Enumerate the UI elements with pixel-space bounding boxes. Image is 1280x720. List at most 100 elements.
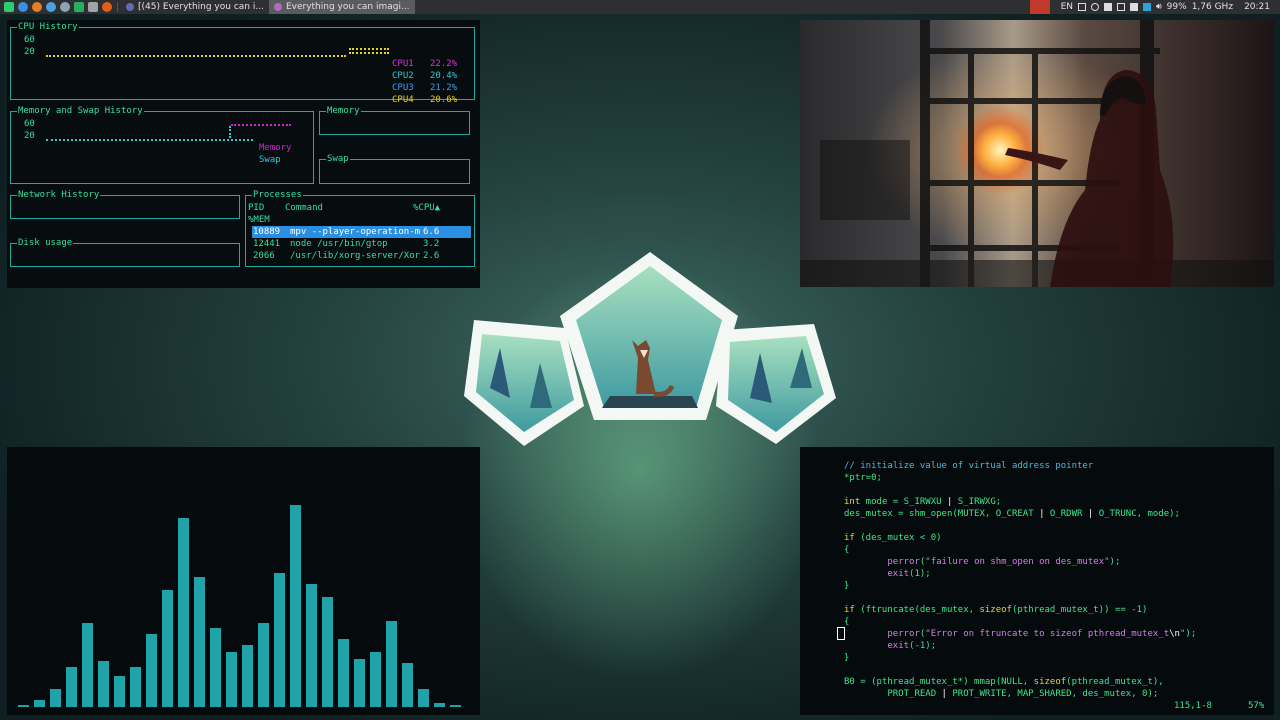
visualizer-bar xyxy=(210,628,221,707)
files-icon[interactable] xyxy=(74,2,84,12)
firefox-icon[interactable] xyxy=(102,2,112,12)
anime-girl-window-image xyxy=(800,20,1274,287)
swap-title: Swap xyxy=(326,154,350,164)
visualizer-bar xyxy=(194,577,205,707)
visualizer-bar xyxy=(66,667,77,707)
terminal-icon[interactable] xyxy=(88,2,98,12)
cpu-history-title: CPU History xyxy=(17,22,79,32)
taskbar-task-1[interactable]: [(45) Everything you can i... xyxy=(121,0,269,14)
disk-usage-title: Disk usage xyxy=(17,238,74,248)
visualizer-bar xyxy=(354,659,365,707)
visualizer-bar xyxy=(82,623,93,707)
globe-icon[interactable] xyxy=(46,2,56,12)
visualizer-bar xyxy=(274,573,285,707)
app-menu-icon[interactable] xyxy=(4,2,14,12)
process-cpu: 3.2 xyxy=(423,239,440,249)
cpu1-value: 22.2% xyxy=(429,59,458,69)
visualizer-bar xyxy=(386,621,397,707)
cpu-tick-20: 20 xyxy=(24,47,35,57)
cpu2-label: CPU2 xyxy=(392,71,414,81)
cpu-legend: CPU1 22.2% CPU2 20.4% CPU3 21.2% CPU4 20… xyxy=(392,58,457,106)
mem-tick-60: 60 xyxy=(24,119,35,129)
text-cursor xyxy=(837,627,845,640)
col-header-mem[interactable]: %MEM xyxy=(248,214,270,226)
notification-indicator[interactable] xyxy=(1029,0,1050,14)
download-icon[interactable] xyxy=(1091,3,1099,11)
cpu3-row: CPU3 21.2% xyxy=(392,82,457,94)
forest-pentagon-left xyxy=(464,320,584,446)
process-command: /usr/lib/xorg-server/Xor xyxy=(290,251,421,261)
visualizer-bar xyxy=(402,663,413,707)
memory-graph-line xyxy=(231,124,291,126)
visualizer-bar xyxy=(130,667,141,707)
visualizer-bar xyxy=(322,597,333,707)
process-command: node /usr/bin/gtop xyxy=(290,239,388,249)
audio-visualizer-panel xyxy=(7,447,480,715)
taskbar-task-2[interactable]: Everything you can imagi... xyxy=(268,0,415,14)
task-title: [(45) Everything you can i... xyxy=(138,2,264,12)
visualizer-bar xyxy=(450,705,461,707)
steam-icon[interactable] xyxy=(60,2,70,12)
network-history-title: Network History xyxy=(17,190,101,200)
visualizer-bar xyxy=(50,689,61,707)
settings-icon[interactable] xyxy=(32,2,42,12)
cpu4-row: CPU4 20.6% xyxy=(392,94,457,106)
visualizer-bar xyxy=(258,623,269,707)
network-icon[interactable] xyxy=(1130,3,1138,11)
legend-memory: Memory xyxy=(259,143,292,153)
swap-box: Swap xyxy=(319,154,470,184)
col-header-cpu[interactable]: %CPU▲ xyxy=(413,202,440,214)
process-cpu: 6.6 xyxy=(423,227,440,237)
process-row[interactable]: 10889 mpv --player-operation-m 6.6 xyxy=(252,226,471,238)
process-cpu: 2.6 xyxy=(423,251,440,261)
cpu2-row: CPU2 20.4% xyxy=(392,70,457,82)
battery-level[interactable]: 99% xyxy=(1167,2,1187,12)
disk-usage-box: Disk usage xyxy=(10,238,240,267)
fox-pentagon-center xyxy=(560,252,738,420)
system-monitor-panel: CPU History 60 20 CPU1 22.2% CPU2 20.4% … xyxy=(7,20,480,288)
window-scene xyxy=(800,20,1274,287)
visualizer-bar xyxy=(290,505,301,707)
keyboard-layout[interactable]: EN xyxy=(1061,2,1073,12)
browser-icon[interactable] xyxy=(18,2,28,12)
visualizer-bar xyxy=(434,703,445,707)
clock[interactable]: 20:21 xyxy=(1244,2,1270,12)
code-buffer[interactable]: // initialize value of virtual address p… xyxy=(844,460,1196,700)
visualizer-bar xyxy=(338,639,349,707)
top-taskbar: [(45) Everything you can i... Everything… xyxy=(0,0,1280,14)
mem-tick-20: 20 xyxy=(24,131,35,141)
telegram-icon[interactable] xyxy=(1143,3,1151,11)
cpu3-label: CPU3 xyxy=(392,83,414,93)
network-history-box: Network History xyxy=(10,190,240,219)
visualizer-bar xyxy=(306,584,317,707)
visualizer-bar xyxy=(162,590,173,707)
memory-title: Memory xyxy=(326,106,361,116)
process-command: mpv --player-operation-m xyxy=(290,227,421,237)
shield-icon[interactable] xyxy=(1104,3,1112,11)
cpu1-row: CPU1 22.2% xyxy=(392,58,457,70)
clipboard-icon[interactable] xyxy=(1078,3,1086,11)
cpu4-value: 20.6% xyxy=(429,95,458,105)
visualizer-bar xyxy=(34,700,45,707)
memory-graph-spike xyxy=(229,126,233,138)
visualizer-bars xyxy=(7,447,480,715)
swap-graph-line xyxy=(46,139,253,141)
visualizer-bar xyxy=(418,689,429,707)
visualizer-bar xyxy=(242,645,253,707)
task-title: Everything you can imagi... xyxy=(285,2,410,12)
process-row[interactable]: 2066 /usr/lib/xorg-server/Xor 2.6 xyxy=(252,250,471,262)
volume-icon[interactable]: 🔊︎ xyxy=(1156,2,1162,12)
processes-title: Processes xyxy=(252,190,303,200)
cpu3-value: 21.2% xyxy=(429,83,458,93)
document-icon[interactable] xyxy=(1117,3,1125,11)
col-header-command[interactable]: Command xyxy=(285,202,323,214)
memory-history-title: Memory and Swap History xyxy=(17,106,144,116)
col-header-pid[interactable]: PID xyxy=(248,202,264,214)
cpu2-value: 20.4% xyxy=(429,71,458,81)
process-pid: 10889 xyxy=(253,227,281,237)
visualizer-bar xyxy=(18,705,29,707)
cpu-graph-line-tail xyxy=(349,48,389,50)
cpu-graph-line-tail2 xyxy=(349,52,389,54)
scroll-percent: 57% xyxy=(1248,701,1265,711)
process-row[interactable]: 12441 node /usr/bin/gtop 3.2 xyxy=(252,238,471,250)
